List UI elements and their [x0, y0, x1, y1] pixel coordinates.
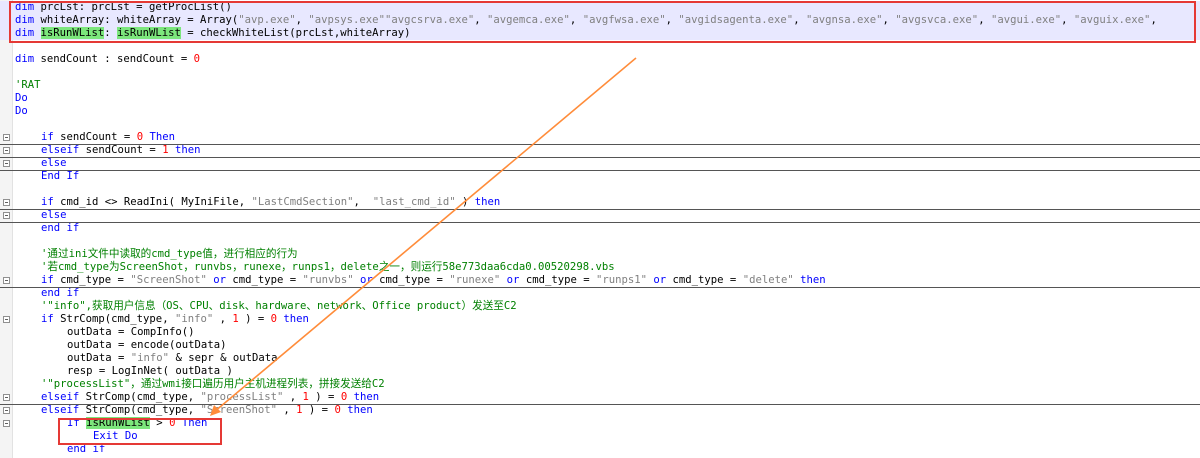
code-editor[interactable]: dim prcLst: prcLst = getProcList() dim wh…: [0, 0, 1200, 458]
arrow-line: [213, 57, 637, 413]
annotation-arrow: [210, 57, 637, 416]
